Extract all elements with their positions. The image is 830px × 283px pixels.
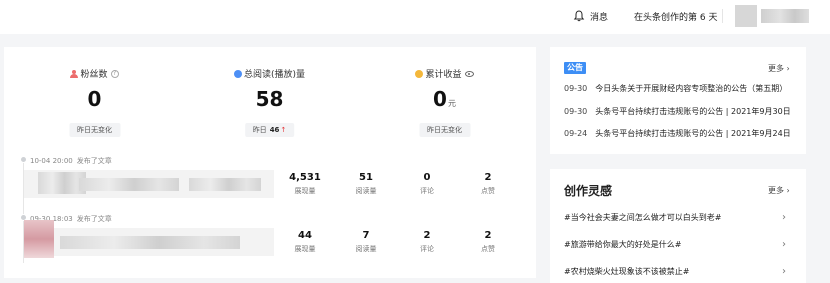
earnings-label: 累计收益	[425, 70, 462, 80]
fans-stat: 粉丝数? 0 昨日无变化	[6, 47, 183, 147]
article-title-blurred[interactable]	[24, 220, 274, 258]
reads-compare-value: 46	[269, 126, 280, 134]
article-metric-impressions: 44 展现量	[294, 230, 316, 253]
article-metric-likes: 2 点赞	[481, 230, 495, 253]
bell-icon[interactable]	[573, 10, 585, 22]
avatar[interactable]	[735, 5, 757, 27]
reads-value: 58	[255, 87, 284, 111]
topic-item[interactable]: #当今社会夫妻之间怎么做才可以白头到老# ›	[564, 212, 798, 223]
fans-label: 粉丝数	[80, 70, 108, 80]
topic-item[interactable]: #农村烧柴火灶现象该不该被禁止# ›	[564, 266, 798, 277]
reads-label: 总阅读(播放)量	[243, 70, 306, 80]
trend-up-icon: ↑	[280, 126, 287, 134]
earnings-stat: 累计收益 0元 昨日无变化	[356, 47, 533, 147]
reads-compare: 昨日 46↑	[244, 123, 295, 137]
timeline-dot	[20, 156, 27, 163]
article-metric-comments: 2 评论	[420, 230, 434, 253]
stats-card: 粉丝数? 0 昨日无变化 总阅读(播放)量 58 昨日 46↑ 累计收益 0元 昨…	[4, 47, 536, 278]
top-bar: 消息 在头条创作的第 6 天	[0, 0, 830, 34]
inspiration-card: 创作灵感 更多 › #当今社会夫妻之间怎么做才可以白头到老# › #旅游带给你最大…	[550, 169, 806, 283]
divider	[722, 9, 723, 23]
notice-card: 公告 更多 › 09-30 今日头条关于开展财经内容专项整治的公告（第五期） 09…	[550, 47, 806, 154]
earnings-compare: 昨日无变化	[419, 123, 470, 137]
topic-item[interactable]: #旅游带给你最大的好处是什么# ›	[564, 239, 798, 250]
notice-more-link[interactable]: 更多 ›	[768, 63, 790, 74]
chevron-right-icon: ›	[784, 64, 790, 73]
article-metric-reads: 7 阅读量	[355, 230, 377, 253]
inspiration-more-link[interactable]: 更多 ›	[768, 185, 790, 196]
fans-compare: 昨日无变化	[69, 123, 120, 137]
fans-value: 0	[87, 87, 102, 111]
article-date: 10-04 20:00 发布了文章	[30, 157, 112, 165]
creation-days-label: 在头条创作的第 6 天	[634, 13, 718, 23]
chevron-right-icon: ›	[784, 186, 790, 195]
article-title-blurred[interactable]	[24, 170, 274, 198]
chevron-right-icon: ›	[782, 212, 786, 223]
username-blurred[interactable]	[761, 9, 809, 23]
chevron-right-icon: ›	[782, 266, 786, 277]
notice-item[interactable]: 09-30 今日头条关于开展财经内容专项整治的公告（第五期）	[564, 83, 787, 94]
article-metric-comments: 0 评论	[420, 172, 434, 195]
coin-icon	[415, 69, 424, 78]
notice-badge: 公告	[564, 62, 586, 74]
article-metric-likes: 2 点赞	[481, 172, 495, 195]
messages-link[interactable]: 消息	[590, 10, 608, 23]
read-icon	[233, 69, 242, 78]
article-metric-reads: 51 阅读量	[355, 172, 377, 195]
notice-item[interactable]: 09-30 头条号平台持续打击违规账号的公告 | 2021年9月30日	[564, 106, 791, 117]
inspiration-title: 创作灵感	[564, 184, 613, 198]
eye-icon[interactable]	[464, 70, 474, 77]
reads-stat: 总阅读(播放)量 58 昨日 46↑	[181, 47, 358, 147]
earnings-value: 0	[433, 87, 447, 111]
earnings-unit: 元	[447, 99, 456, 108]
chevron-right-icon: ›	[782, 239, 786, 250]
help-icon[interactable]: ?	[110, 69, 119, 78]
notice-item[interactable]: 09-24 头条号平台持续打击违规账号的公告 | 2021年9月24日	[564, 128, 791, 139]
user-icon	[70, 69, 79, 78]
article-metric-impressions: 4,531 展现量	[289, 172, 321, 195]
